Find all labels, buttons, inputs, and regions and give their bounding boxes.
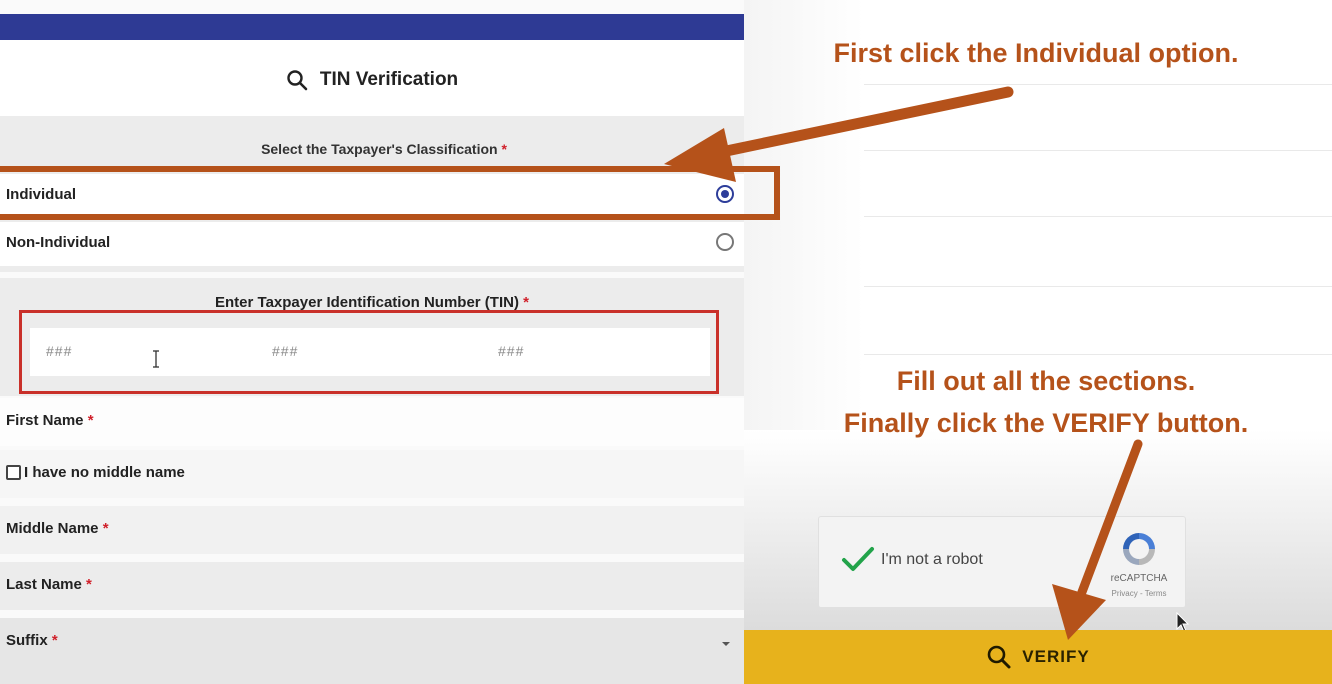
arrow-to-verify-icon (1052, 439, 1143, 640)
